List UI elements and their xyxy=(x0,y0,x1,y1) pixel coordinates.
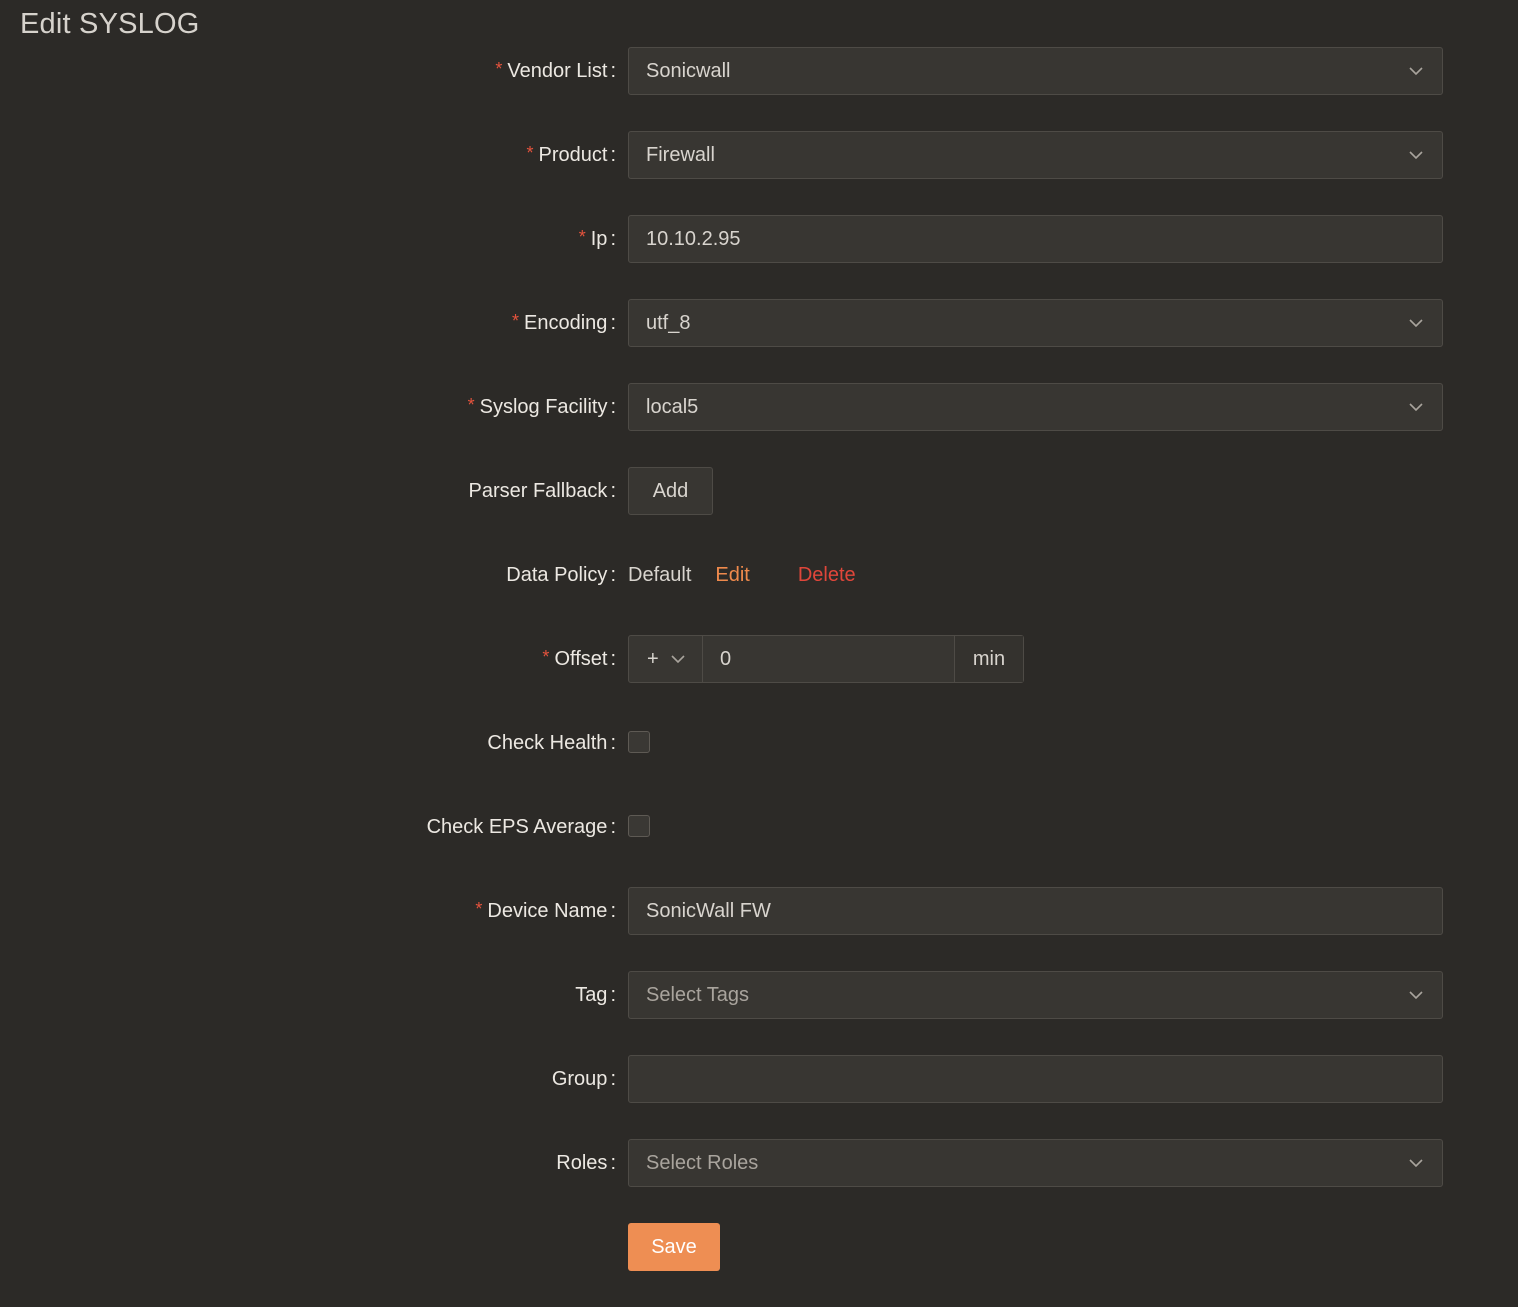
chevron-down-icon xyxy=(1409,319,1423,328)
check-eps-checkbox[interactable] xyxy=(628,815,650,837)
chevron-down-icon xyxy=(1409,991,1423,1000)
device-name-input[interactable]: SonicWall FW xyxy=(628,887,1443,935)
chevron-down-icon xyxy=(1409,151,1423,160)
parser-fallback-row: Parser Fallback: Add xyxy=(0,467,1518,515)
ip-row: * Ip: 10.10.2.95 xyxy=(0,215,1518,263)
encoding-label: * Encoding: xyxy=(512,311,616,334)
ip-input-value: 10.10.2.95 xyxy=(646,227,741,250)
encoding-select-value: utf_8 xyxy=(646,311,691,334)
required-marker: * xyxy=(467,395,475,415)
roles-row: Roles: Select Roles xyxy=(0,1139,1518,1187)
device-name-value: SonicWall FW xyxy=(646,899,771,922)
offset-label: * Offset: xyxy=(542,647,616,670)
device-name-row: * Device Name: SonicWall FW xyxy=(0,887,1518,935)
check-health-checkbox[interactable] xyxy=(628,731,650,753)
product-row: * Product: Firewall xyxy=(0,131,1518,179)
offset-sign-value: + xyxy=(647,647,659,670)
tag-row: Tag: Select Tags xyxy=(0,971,1518,1019)
required-marker: * xyxy=(495,59,503,79)
vendor-select[interactable]: Sonicwall xyxy=(628,47,1443,95)
save-button[interactable]: Save xyxy=(628,1223,720,1271)
check-health-row: Check Health: xyxy=(0,719,1518,767)
encoding-row: * Encoding: utf_8 xyxy=(0,299,1518,347)
required-marker: * xyxy=(578,227,586,247)
group-row: Group: xyxy=(0,1055,1518,1103)
chevron-down-icon xyxy=(1409,67,1423,76)
vendor-label: * Vendor List: xyxy=(495,59,616,82)
data-policy-value: Default xyxy=(628,563,692,586)
vendor-select-value: Sonicwall xyxy=(646,59,731,82)
offset-value-input[interactable]: 0 xyxy=(703,636,954,682)
facility-select[interactable]: local5 xyxy=(628,383,1443,431)
required-marker: * xyxy=(475,899,483,919)
offset-input-group: + 0 min xyxy=(628,635,1024,683)
offset-unit-addon: min xyxy=(954,636,1023,682)
data-policy-row: Data Policy: Default Edit Delete xyxy=(0,551,1518,599)
tag-select-placeholder: Select Tags xyxy=(646,983,750,1006)
tag-select[interactable]: Select Tags xyxy=(628,971,1443,1019)
offset-sign-select[interactable]: + xyxy=(629,636,703,682)
delete-policy-link[interactable]: Delete xyxy=(798,564,856,587)
ip-input[interactable]: 10.10.2.95 xyxy=(628,215,1443,263)
chevron-down-icon xyxy=(1409,403,1423,412)
check-eps-label: Check EPS Average: xyxy=(426,816,616,838)
product-label: * Product: xyxy=(526,143,616,166)
chevron-down-icon xyxy=(1409,1159,1423,1168)
group-label: Group: xyxy=(551,1068,616,1090)
vendor-row: * Vendor List: Sonicwall xyxy=(0,47,1518,95)
check-eps-row: Check EPS Average: xyxy=(0,803,1518,851)
tag-label: Tag: xyxy=(575,984,616,1006)
product-select-value: Firewall xyxy=(646,143,715,166)
product-select[interactable]: Firewall xyxy=(628,131,1443,179)
ip-label: * Ip: xyxy=(578,227,616,250)
roles-select-placeholder: Select Roles xyxy=(646,1151,759,1174)
edit-policy-link[interactable]: Edit xyxy=(715,564,749,587)
offset-value: 0 xyxy=(720,647,732,670)
offset-row: * Offset: + 0 min xyxy=(0,635,1518,683)
required-marker: * xyxy=(512,311,520,331)
required-marker: * xyxy=(542,647,550,667)
group-input[interactable] xyxy=(628,1055,1443,1103)
roles-select[interactable]: Select Roles xyxy=(628,1139,1443,1187)
chevron-down-icon xyxy=(671,655,685,664)
page-title: Edit SYSLOG xyxy=(20,8,200,40)
roles-label: Roles: xyxy=(556,1152,616,1174)
data-policy-label: Data Policy: xyxy=(506,564,616,586)
syslog-form: * Vendor List: Sonicwall * Product: Firewa… xyxy=(0,47,1518,1307)
required-marker: * xyxy=(526,143,534,163)
save-row: Save xyxy=(0,1223,1518,1271)
encoding-select[interactable]: utf_8 xyxy=(628,299,1443,347)
add-parser-fallback-button[interactable]: Add xyxy=(628,467,713,515)
facility-select-value: local5 xyxy=(646,395,699,418)
parser-fallback-label: Parser Fallback: xyxy=(468,480,617,502)
device-name-label: * Device Name: xyxy=(475,899,616,922)
facility-row: * Syslog Facility: local5 xyxy=(0,383,1518,431)
check-health-label: Check Health: xyxy=(487,732,616,754)
facility-label: * Syslog Facility: xyxy=(467,395,616,418)
